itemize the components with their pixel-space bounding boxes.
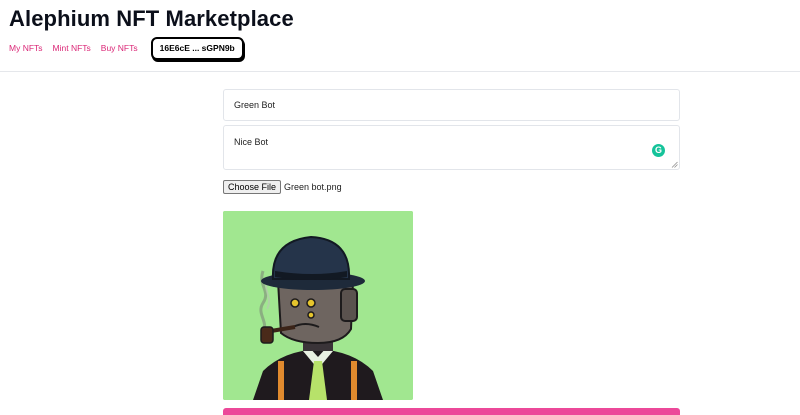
nav-buy-nfts[interactable]: Buy NFTs (101, 43, 138, 53)
nft-description-input[interactable]: Nice Bot (224, 126, 679, 169)
mint-submit-button[interactable] (223, 408, 680, 415)
nft-description-field: Nice Bot G (223, 125, 680, 170)
nft-preview-image (223, 211, 413, 400)
page-title: Alephium NFT Marketplace (9, 6, 294, 31)
header-divider (0, 71, 800, 72)
robot-nft-image (223, 211, 413, 400)
grammarly-icon[interactable]: G (652, 144, 665, 157)
nav-mint-nfts[interactable]: Mint NFTs (53, 43, 91, 53)
main-nav: My NFTs Mint NFTs Buy NFTs 16E6cE ... sG… (9, 36, 244, 60)
choose-file-button[interactable]: Choose File (223, 180, 282, 194)
resize-grip-icon[interactable] (671, 161, 678, 168)
file-name: Green bot.png (284, 182, 342, 192)
nav-my-nfts[interactable]: My NFTs (9, 43, 43, 53)
nft-name-input[interactable] (223, 89, 680, 121)
wallet-button[interactable]: 16E6cE ... sGPN9b (150, 36, 244, 60)
file-upload: Choose File Green bot.png (223, 180, 342, 194)
